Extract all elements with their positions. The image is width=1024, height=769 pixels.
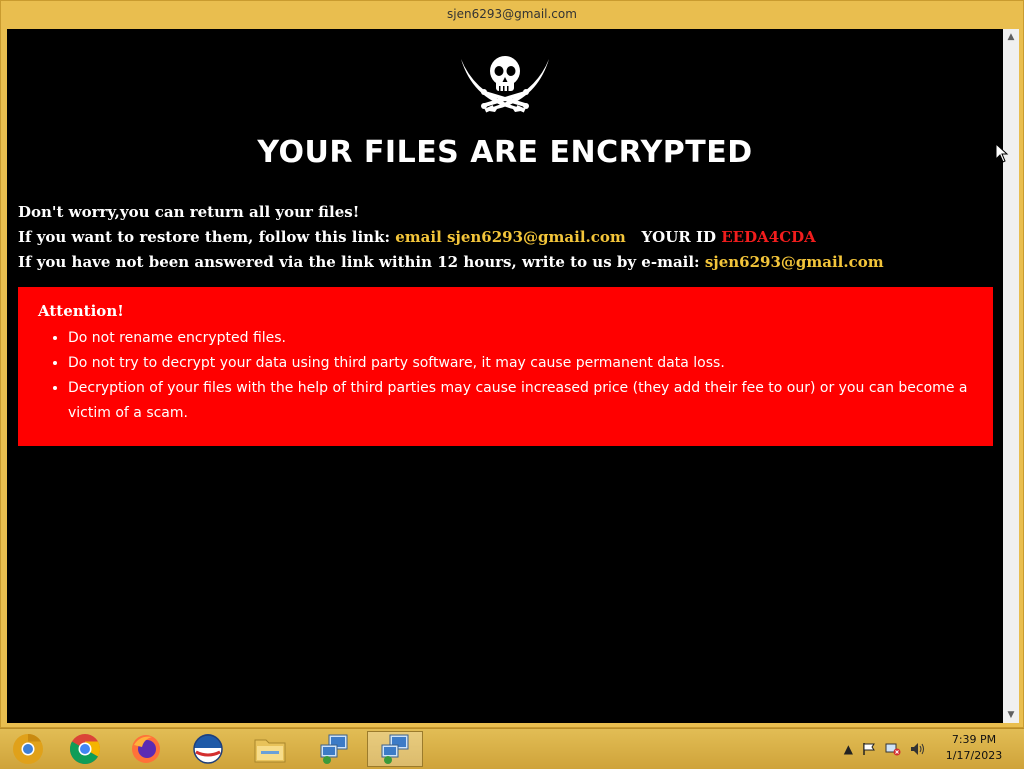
fallback-contact-prefix: If you have not been answered via the li… [18,253,705,271]
window-client-area: YOUR FILES ARE ENCRYPTED Don't worry,you… [7,29,1019,723]
taskbar-item-remote-desktop-1[interactable] [306,731,362,767]
vertical-scrollbar[interactable]: ▲ ▼ [1003,29,1019,723]
instructions: Don't worry,you can return all your file… [18,200,884,275]
note-content: YOUR FILES ARE ENCRYPTED Don't worry,you… [7,29,1003,723]
taskbar-item-chrome[interactable] [57,731,113,767]
chrome-canary-icon [13,734,43,764]
remote-desktop-icon [381,734,409,764]
scroll-down-arrow-icon[interactable]: ▼ [1003,707,1019,723]
action-center-flag-icon[interactable] [862,742,876,756]
mouse-pointer-icon [995,143,1009,163]
system-tray: ▲ [844,738,926,760]
victim-id-label: YOUR ID [641,228,717,246]
opera-icon [193,734,223,764]
restore-email-link[interactable]: email sjen6293@gmail.com [395,228,626,246]
taskbar-item-chrome-canary[interactable] [0,731,56,767]
ransom-note-window: sjen6293@gmail.com YOUR FILES ARE ENCRYP… [0,0,1024,728]
page-title: YOUR FILES ARE ENCRYPTED [257,135,753,170]
taskbar-clock[interactable]: 7:39 PM 1/17/2023 [936,732,1012,764]
taskbar-item-remote-desktop-2[interactable] [367,731,423,767]
clock-time: 7:39 PM [951,733,997,746]
list-item: Decryption of your files with the help o… [68,376,979,426]
taskbar-item-opera[interactable] [180,731,236,767]
taskbar-item-file-explorer[interactable] [242,731,298,767]
fallback-email: sjen6293@gmail.com [704,253,884,271]
window-title: sjen6293@gmail.com [447,7,577,21]
network-error-icon[interactable] [885,742,901,756]
list-item: Do not rename encrypted files. [68,326,979,351]
skull-crossed-swords-icon [461,56,549,113]
chrome-icon [69,734,101,765]
taskbar: ▲ 7:39 PM 1/17/2023 [0,728,1024,769]
show-hidden-icons-chevron-icon[interactable]: ▲ [844,742,853,756]
speaker-icon[interactable] [910,742,926,756]
restore-line-prefix: If you want to restore them, follow this… [18,228,396,246]
attention-box: Attention! Do not rename encrypted files… [18,287,993,446]
reassurance-line: Don't worry,you can return all your file… [18,203,360,221]
restore-line: If you want to restore them, follow this… [18,225,884,250]
file-explorer-icon [254,739,286,763]
scroll-up-arrow-icon[interactable]: ▲ [1003,29,1019,45]
clock-date: 1/17/2023 [945,749,1003,762]
firefox-icon [132,735,160,763]
victim-id-value: EEDA4CDA [721,228,816,246]
attention-title: Attention! [38,302,124,320]
list-item: Do not try to decrypt your data using th… [68,351,979,376]
taskbar-item-firefox[interactable] [118,731,174,767]
attention-list: Do not rename encrypted files. Do not tr… [38,326,979,426]
fallback-contact-line: If you have not been answered via the li… [18,250,884,275]
remote-desktop-icon [320,734,348,764]
